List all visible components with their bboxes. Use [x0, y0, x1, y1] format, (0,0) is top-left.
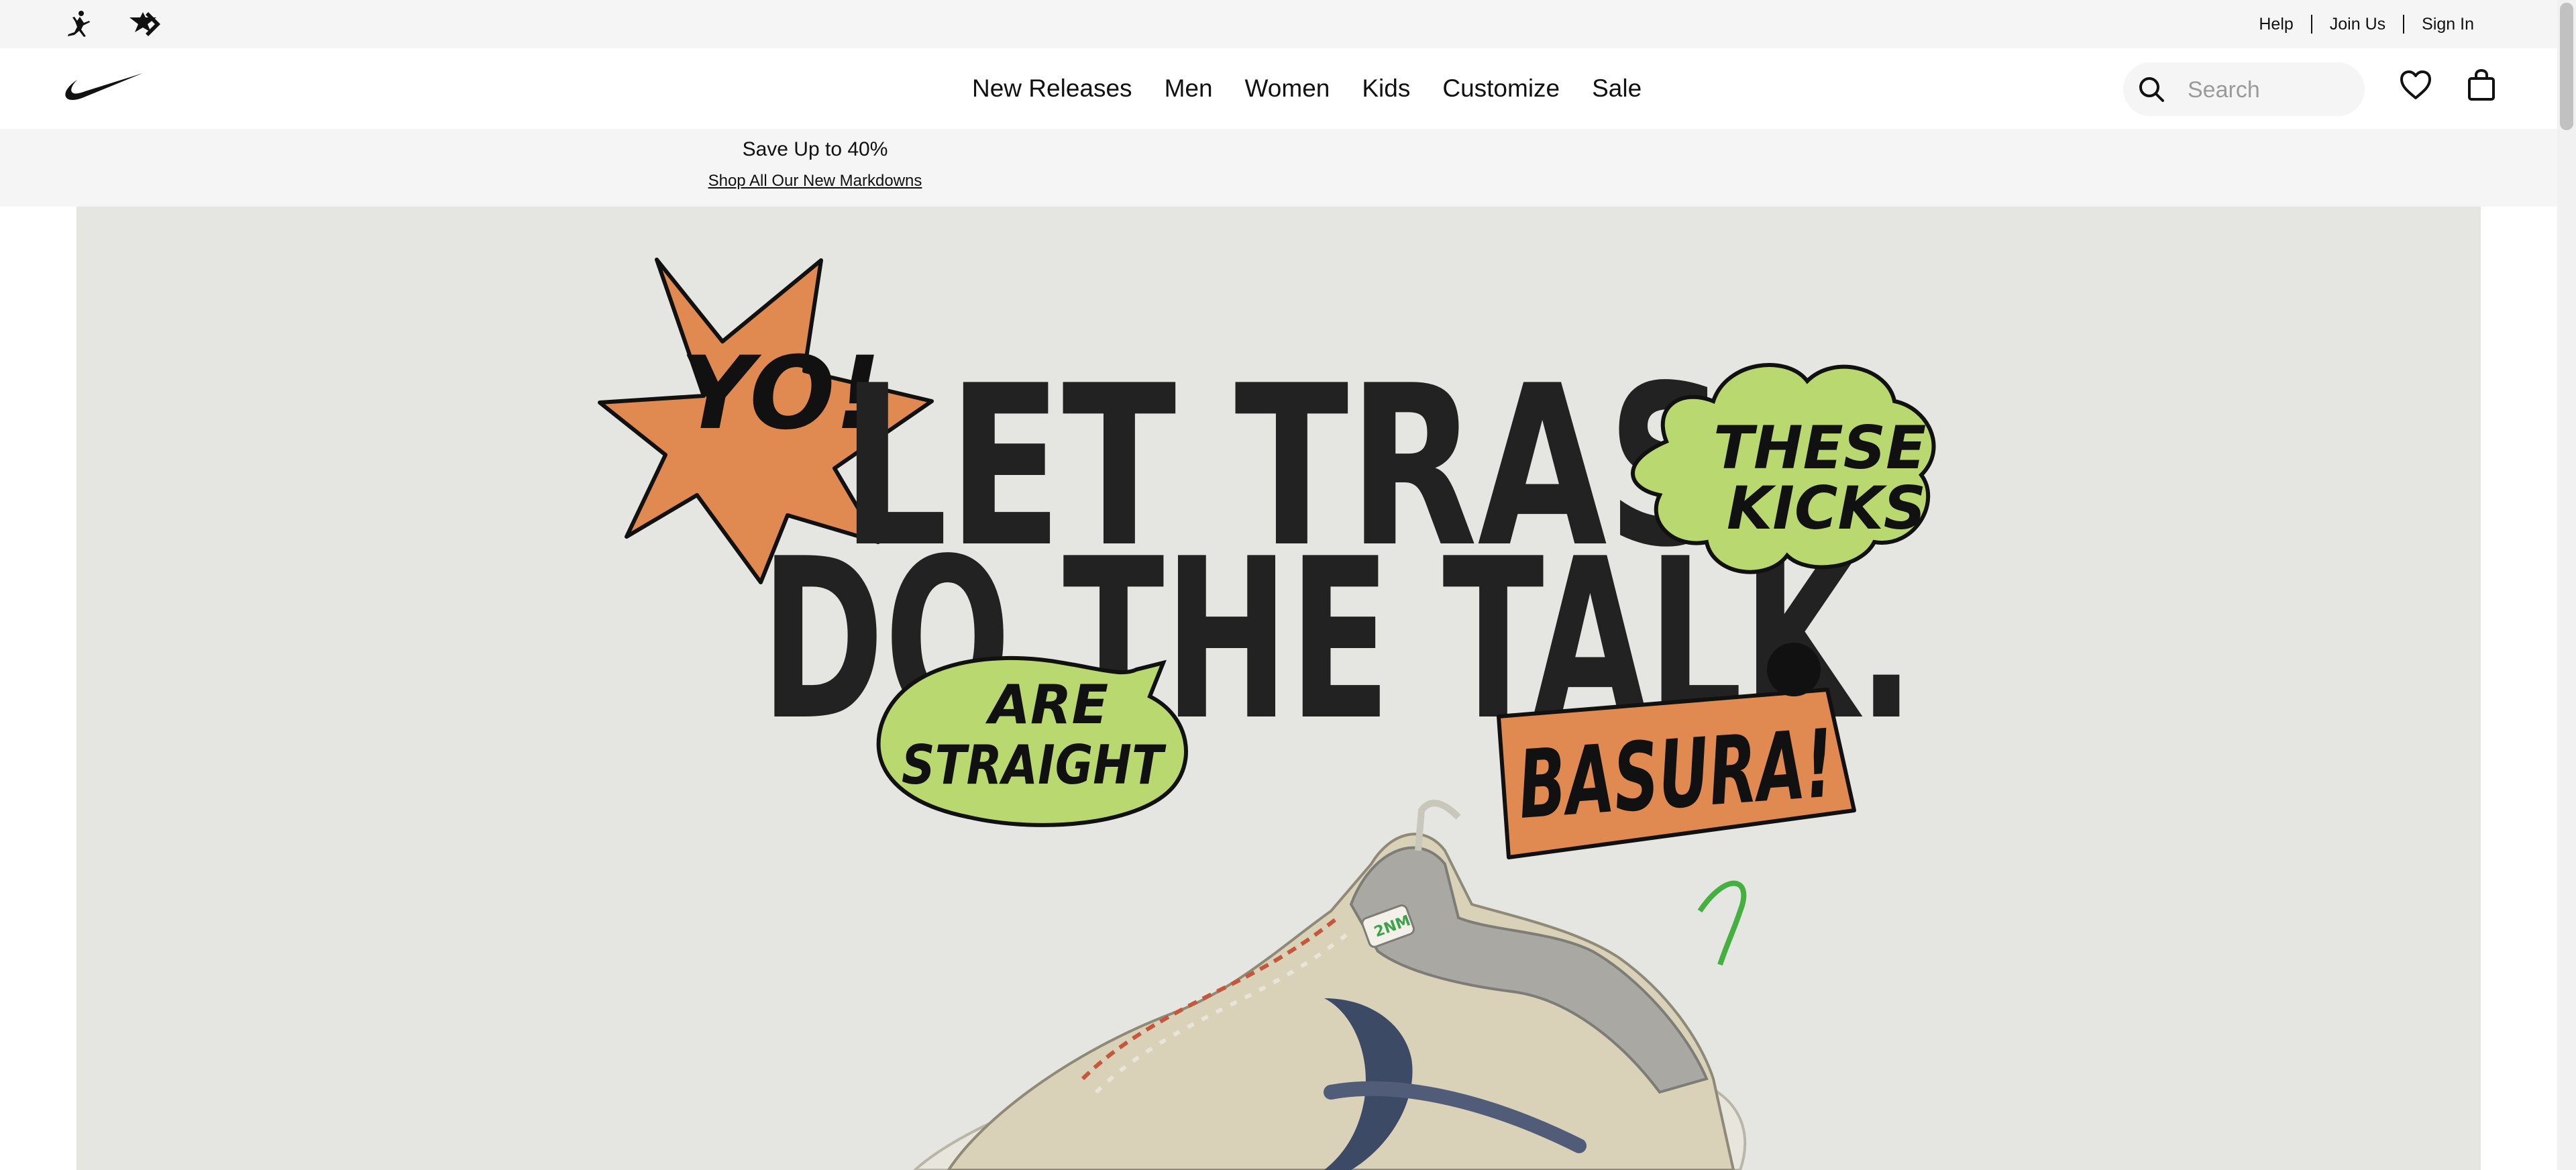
bubble-bottom-line-1: ARE [985, 674, 1108, 736]
scrollbar-track[interactable] [2557, 0, 2576, 1170]
tag-text: BASURA! [1515, 709, 1837, 840]
nav-item-customize[interactable]: Customize [1442, 74, 1560, 103]
nike-swoosh-icon[interactable] [64, 72, 144, 105]
divider [2403, 15, 2405, 34]
converse-icon[interactable] [128, 9, 162, 39]
are-straight-bubble-graphic: ARE STRAIGHT [876, 655, 1188, 827]
hero-banner[interactable]: YO! LET TRASH DO THE TALK. THESE KICKS A… [76, 207, 2481, 1170]
bubble-bottom-line-2: STRAIGHT [902, 734, 1167, 796]
scrollbar-thumb[interactable] [2560, 3, 2573, 130]
favorites-heart-icon[interactable] [2398, 68, 2433, 103]
hero-artwork: YO! LET TRASH DO THE TALK. THESE KICKS A… [598, 258, 1936, 1170]
search-input[interactable] [2186, 74, 2350, 105]
nav-menu: New Releases Men Women Kids Customize Sa… [972, 48, 1642, 129]
utility-links: Help Join Us Sign In [2259, 0, 2474, 48]
help-link[interactable]: Help [2259, 15, 2293, 34]
search-box[interactable] [2123, 62, 2365, 116]
promo-banner: Save Up to 40% Shop All Our New Markdown… [0, 129, 2557, 207]
nav-item-women[interactable]: Women [1245, 74, 1330, 103]
promo-link[interactable]: Shop All Our New Markdowns [637, 172, 993, 191]
jordan-icon[interactable] [65, 9, 95, 39]
nav-item-sale[interactable]: Sale [1592, 74, 1642, 103]
nav-item-men[interactable]: Men [1165, 74, 1213, 103]
nav-item-kids[interactable]: Kids [1362, 74, 1410, 103]
bubble-top-line-2: KICKS [1727, 474, 1926, 543]
shopping-bag-icon[interactable] [2464, 68, 2499, 103]
sneaker-image: 2NM [913, 800, 1747, 1170]
join-us-link[interactable]: Join Us [2330, 15, 2385, 34]
sign-in-link[interactable]: Sign In [2422, 15, 2474, 34]
bubble-top-line-1: THESE [1713, 413, 1926, 482]
nav-item-new-releases[interactable]: New Releases [972, 74, 1132, 103]
promo-title: Save Up to 40% [742, 138, 888, 160]
utility-bar: Help Join Us Sign In [0, 0, 2557, 48]
divider [2310, 15, 2312, 34]
search-icon[interactable] [2137, 74, 2166, 104]
